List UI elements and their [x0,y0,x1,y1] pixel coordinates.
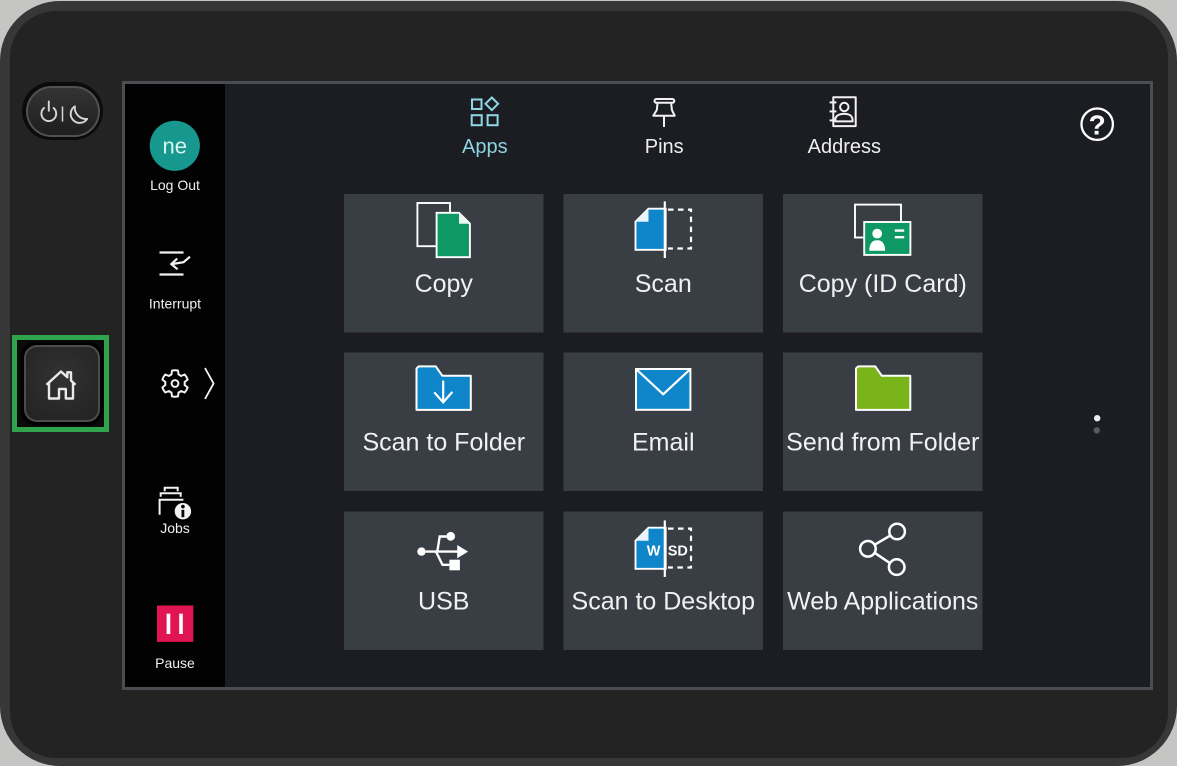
svg-text:?: ? [1089,109,1106,140]
svg-text:Log Out: Log Out [150,177,200,193]
svg-text:Web Applications: Web Applications [787,588,978,616]
svg-text:Copy (ID Card): Copy (ID Card) [799,270,967,298]
svg-text:Scan to Folder: Scan to Folder [362,429,525,457]
svg-text:Copy: Copy [415,270,474,298]
svg-text:Address: Address [808,136,881,158]
svg-text:Pins: Pins [645,136,684,158]
svg-text:Scan: Scan [635,270,692,298]
svg-text:Send from Folder: Send from Folder [786,429,979,457]
svg-text:Interrupt: Interrupt [149,295,201,311]
svg-text:Pause: Pause [155,655,195,671]
svg-text:Apps: Apps [462,136,508,158]
svg-text:Email: Email [632,429,695,457]
svg-text:ne: ne [163,133,187,158]
svg-text:Jobs: Jobs [160,520,190,536]
svg-text:USB: USB [418,588,469,616]
svg-text:W: W [647,544,661,560]
svg-text:Scan to Desktop: Scan to Desktop [572,588,755,616]
svg-text:SD: SD [668,544,688,560]
